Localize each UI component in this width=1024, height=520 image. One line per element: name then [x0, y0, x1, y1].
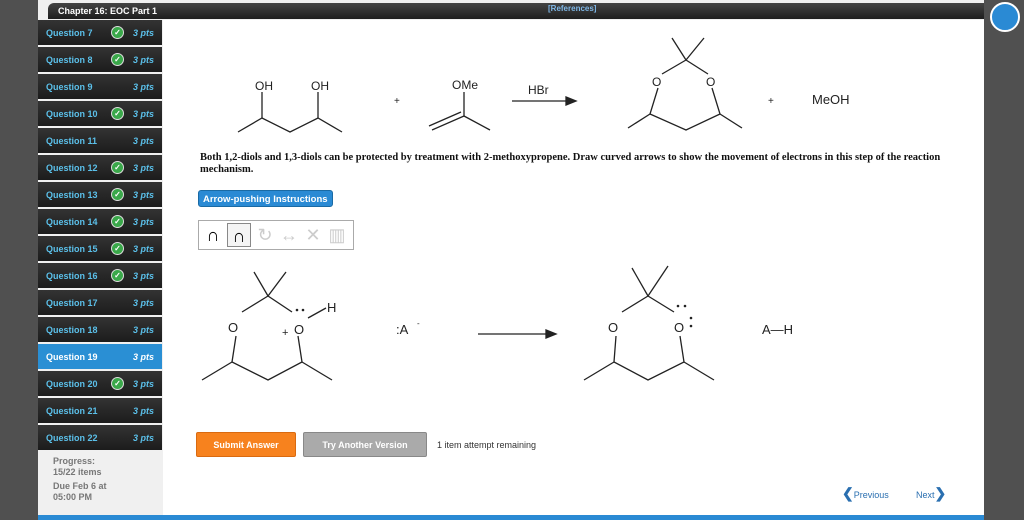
double-arrow-tool-icon[interactable]: ∩: [201, 223, 225, 247]
help-icon[interactable]: [990, 2, 1020, 32]
mech-o-left: O: [228, 320, 238, 335]
positive-charge: +: [282, 327, 288, 339]
resize-arrows-icon[interactable]: ↔: [277, 223, 301, 247]
o-label-1: O: [652, 75, 661, 89]
single-arrow-tool-icon[interactable]: ∩: [227, 223, 251, 247]
arrow-pushing-instructions-button[interactable]: Arrow-pushing Instructions: [198, 190, 333, 207]
bottom-bar: [38, 515, 984, 520]
previous-link[interactable]: ❮Previous: [842, 485, 889, 502]
diol-skeleton: [237, 117, 343, 133]
attempts-remaining: 1 item attempt remaining: [437, 440, 537, 450]
ome-label: OMe: [452, 78, 478, 92]
reagent-hbr: HBr: [528, 83, 549, 97]
base-label: :A: [396, 322, 409, 337]
mech-o-plus: O: [294, 322, 304, 337]
previous-label: Previous: [853, 490, 889, 500]
trash-icon[interactable]: ▥: [325, 223, 349, 247]
acid-ah: A—H: [762, 322, 793, 337]
submit-answer-button[interactable]: Submit Answer: [196, 432, 296, 457]
question-text: Both 1,2-diols and 1,3-diols can be prot…: [200, 152, 941, 175]
mech-h: H: [327, 300, 336, 315]
mech-o-right-2: O: [674, 320, 684, 335]
mech-o-right-1: O: [608, 320, 618, 335]
oh-label-2: OH: [311, 79, 329, 93]
plus-sign: +: [394, 96, 400, 107]
methanol-label: MeOH: [812, 92, 850, 107]
base-charge: -: [417, 319, 420, 328]
drawing-toolbar: ∩ ∩ ↻ ↔ ✕ ▥: [198, 220, 354, 250]
oh-label-1: OH: [255, 79, 273, 93]
plus-sign-2: +: [768, 96, 774, 107]
next-link[interactable]: Next❯: [916, 485, 946, 502]
next-label: Next: [916, 490, 935, 500]
delete-x-icon[interactable]: ✕: [301, 223, 325, 247]
o-label-2: O: [706, 75, 715, 89]
try-another-version-button[interactable]: Try Another Version: [303, 432, 427, 457]
rotate-icon[interactable]: ↻: [253, 223, 277, 247]
